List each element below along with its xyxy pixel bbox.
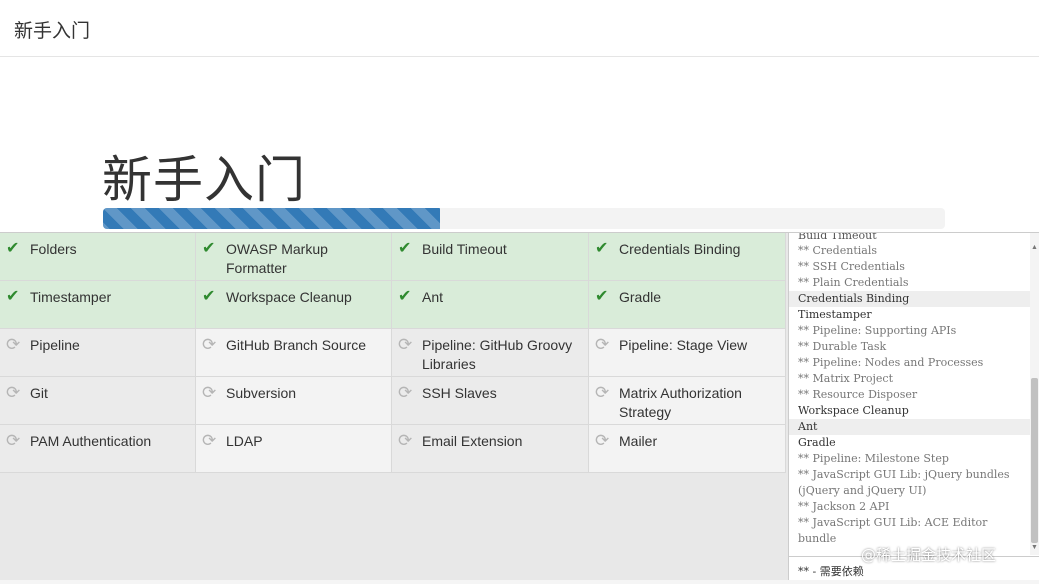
plugin-item: ⟳ Pipeline: GitHub Groovy Libraries <box>392 329 589 377</box>
plugin-item: ✔ Gradle <box>589 281 786 329</box>
log-dependency-line: ** Pipeline: Supporting APIs <box>798 324 957 337</box>
log-dependency-line: ** Pipeline: Nodes and Processes <box>798 356 984 369</box>
plugin-grid: ✔ Folders ✔ OWASP Markup Formatter ✔ Build Ti… <box>0 233 788 473</box>
log-plugin-line: Ant <box>789 419 1031 435</box>
refresh-icon: ⟳ <box>6 383 21 402</box>
log-dependency-line: ** Matrix Project <box>798 372 893 385</box>
refresh-icon: ⟳ <box>6 431 21 450</box>
check-icon: ✔ <box>398 240 412 257</box>
refresh-icon: ⟳ <box>202 431 217 450</box>
plugin-label: Build Timeout <box>422 241 507 257</box>
log-line-cut: Build Timeout <box>798 233 877 242</box>
plugin-label: Ant <box>422 289 444 305</box>
plugin-label: Mailer <box>619 433 658 449</box>
plugin-label: Pipeline: GitHub Groovy Libraries <box>422 337 573 372</box>
window-title: 新手入门 <box>14 21 91 42</box>
log-dependency-line: ** JavaScript GUI Lib: jQuery bundles (j… <box>798 468 1010 497</box>
plugin-item: ✔ Credentials Binding <box>589 233 786 281</box>
plugin-item: ⟳ Git <box>0 377 196 425</box>
log-dependency-line: ** JavaScript GUI Lib: ACE Editor bundle <box>798 516 988 545</box>
refresh-icon: ⟳ <box>398 431 413 450</box>
plugin-label: Subversion <box>226 385 297 401</box>
plugin-label: PAM Authentication <box>30 433 152 449</box>
check-icon: ✔ <box>202 288 216 305</box>
plugin-label: Credentials Binding <box>619 241 741 257</box>
log-dependency-line: ** Durable Task <box>798 340 887 353</box>
hero-section: 新手入门 <box>0 57 1039 232</box>
scroll-up-icon[interactable]: ▲ <box>1030 243 1039 253</box>
log-plugin-line: Credentials Binding <box>789 291 1031 307</box>
refresh-icon: ⟳ <box>6 335 21 354</box>
plugin-label: Email Extension <box>422 433 523 449</box>
plugin-label: Folders <box>30 241 77 257</box>
page-title: 新手入门 <box>102 151 306 209</box>
bottom-border <box>0 580 1039 584</box>
plugin-item: ⟳ PAM Authentication <box>0 425 196 473</box>
plugin-item: ⟳ GitHub Branch Source <box>196 329 392 377</box>
plugin-label: Timestamper <box>30 289 112 305</box>
plugin-label: LDAP <box>226 433 263 449</box>
check-icon: ✔ <box>6 288 20 305</box>
plugin-item: ⟳ Pipeline: Stage View <box>589 329 786 377</box>
plugin-item: ✔ Folders <box>0 233 196 281</box>
refresh-icon: ⟳ <box>398 335 413 354</box>
refresh-icon: ⟳ <box>595 431 610 450</box>
install-progress-bar <box>103 208 945 229</box>
plugin-label: GitHub Branch Source <box>226 337 367 353</box>
check-icon: ✔ <box>595 240 609 257</box>
log-plugin-line: Gradle <box>798 436 836 449</box>
log-plugin-line: Workspace Cleanup <box>798 404 909 417</box>
log-dependency-line: ** Credentials <box>798 244 877 257</box>
install-log-panel: Build Timeout ** Credentials ** SSH Crede… <box>788 232 1039 584</box>
plugin-label: Pipeline: Stage View <box>619 337 748 353</box>
check-icon: ✔ <box>595 288 609 305</box>
progress-fill <box>103 208 440 229</box>
scroll-thumb[interactable] <box>1031 378 1038 543</box>
plugin-item: ✔ Build Timeout <box>392 233 589 281</box>
plugin-item: ✔ Ant <box>392 281 589 329</box>
plugin-item: ✔ Workspace Cleanup <box>196 281 392 329</box>
log-dependency-line: ** SSH Credentials <box>798 260 905 273</box>
plugin-label: OWASP Markup Formatter <box>226 241 328 276</box>
watermark: @稀土掘金技术社区 <box>861 546 997 564</box>
plugin-item: ⟳ Subversion <box>196 377 392 425</box>
refresh-icon: ⟳ <box>595 335 610 354</box>
top-bar: 新手入门 <box>0 0 1039 57</box>
plugin-item: ⟳ SSH Slaves <box>392 377 589 425</box>
scroll-down-icon[interactable]: ▼ <box>1030 543 1039 553</box>
plugin-item: ⟳ Pipeline <box>0 329 196 377</box>
plugin-label: Gradle <box>619 289 662 305</box>
plugin-item: ✔ OWASP Markup Formatter <box>196 233 392 281</box>
plugin-item: ⟳ Matrix Authorization Strategy <box>589 377 786 425</box>
plugin-label: Workspace Cleanup <box>226 289 352 305</box>
plugin-label: Pipeline <box>30 337 80 353</box>
check-icon: ✔ <box>202 240 216 257</box>
check-icon: ✔ <box>398 288 412 305</box>
plugin-item: ⟳ Email Extension <box>392 425 589 473</box>
plugin-label: SSH Slaves <box>422 385 497 401</box>
refresh-icon: ⟳ <box>595 383 610 402</box>
log-plugin-line: Timestamper <box>798 308 872 321</box>
check-icon: ✔ <box>6 240 20 257</box>
refresh-icon: ⟳ <box>202 383 217 402</box>
plugin-item: ⟳ Mailer <box>589 425 786 473</box>
plugin-label: Git <box>30 385 48 401</box>
plugin-item: ✔ Timestamper <box>0 281 196 329</box>
refresh-icon: ⟳ <box>398 383 413 402</box>
log-scrollbar[interactable]: ▲ ▼ <box>1030 233 1039 555</box>
install-log: Build Timeout ** Credentials ** SSH Crede… <box>789 233 1031 547</box>
log-dependency-line: ** Pipeline: Milestone Step <box>798 452 949 465</box>
log-dependency-line: ** Plain Credentials <box>798 276 909 289</box>
plugin-label: Matrix Authorization Strategy <box>619 385 742 420</box>
log-dependency-line: ** Jackson 2 API <box>798 500 890 513</box>
log-dependency-line: ** Resource Disposer <box>798 388 918 401</box>
plugin-item: ⟳ LDAP <box>196 425 392 473</box>
plugin-grid-area: ✔ Folders ✔ OWASP Markup Formatter ✔ Build Ti… <box>0 232 788 584</box>
refresh-icon: ⟳ <box>202 335 217 354</box>
